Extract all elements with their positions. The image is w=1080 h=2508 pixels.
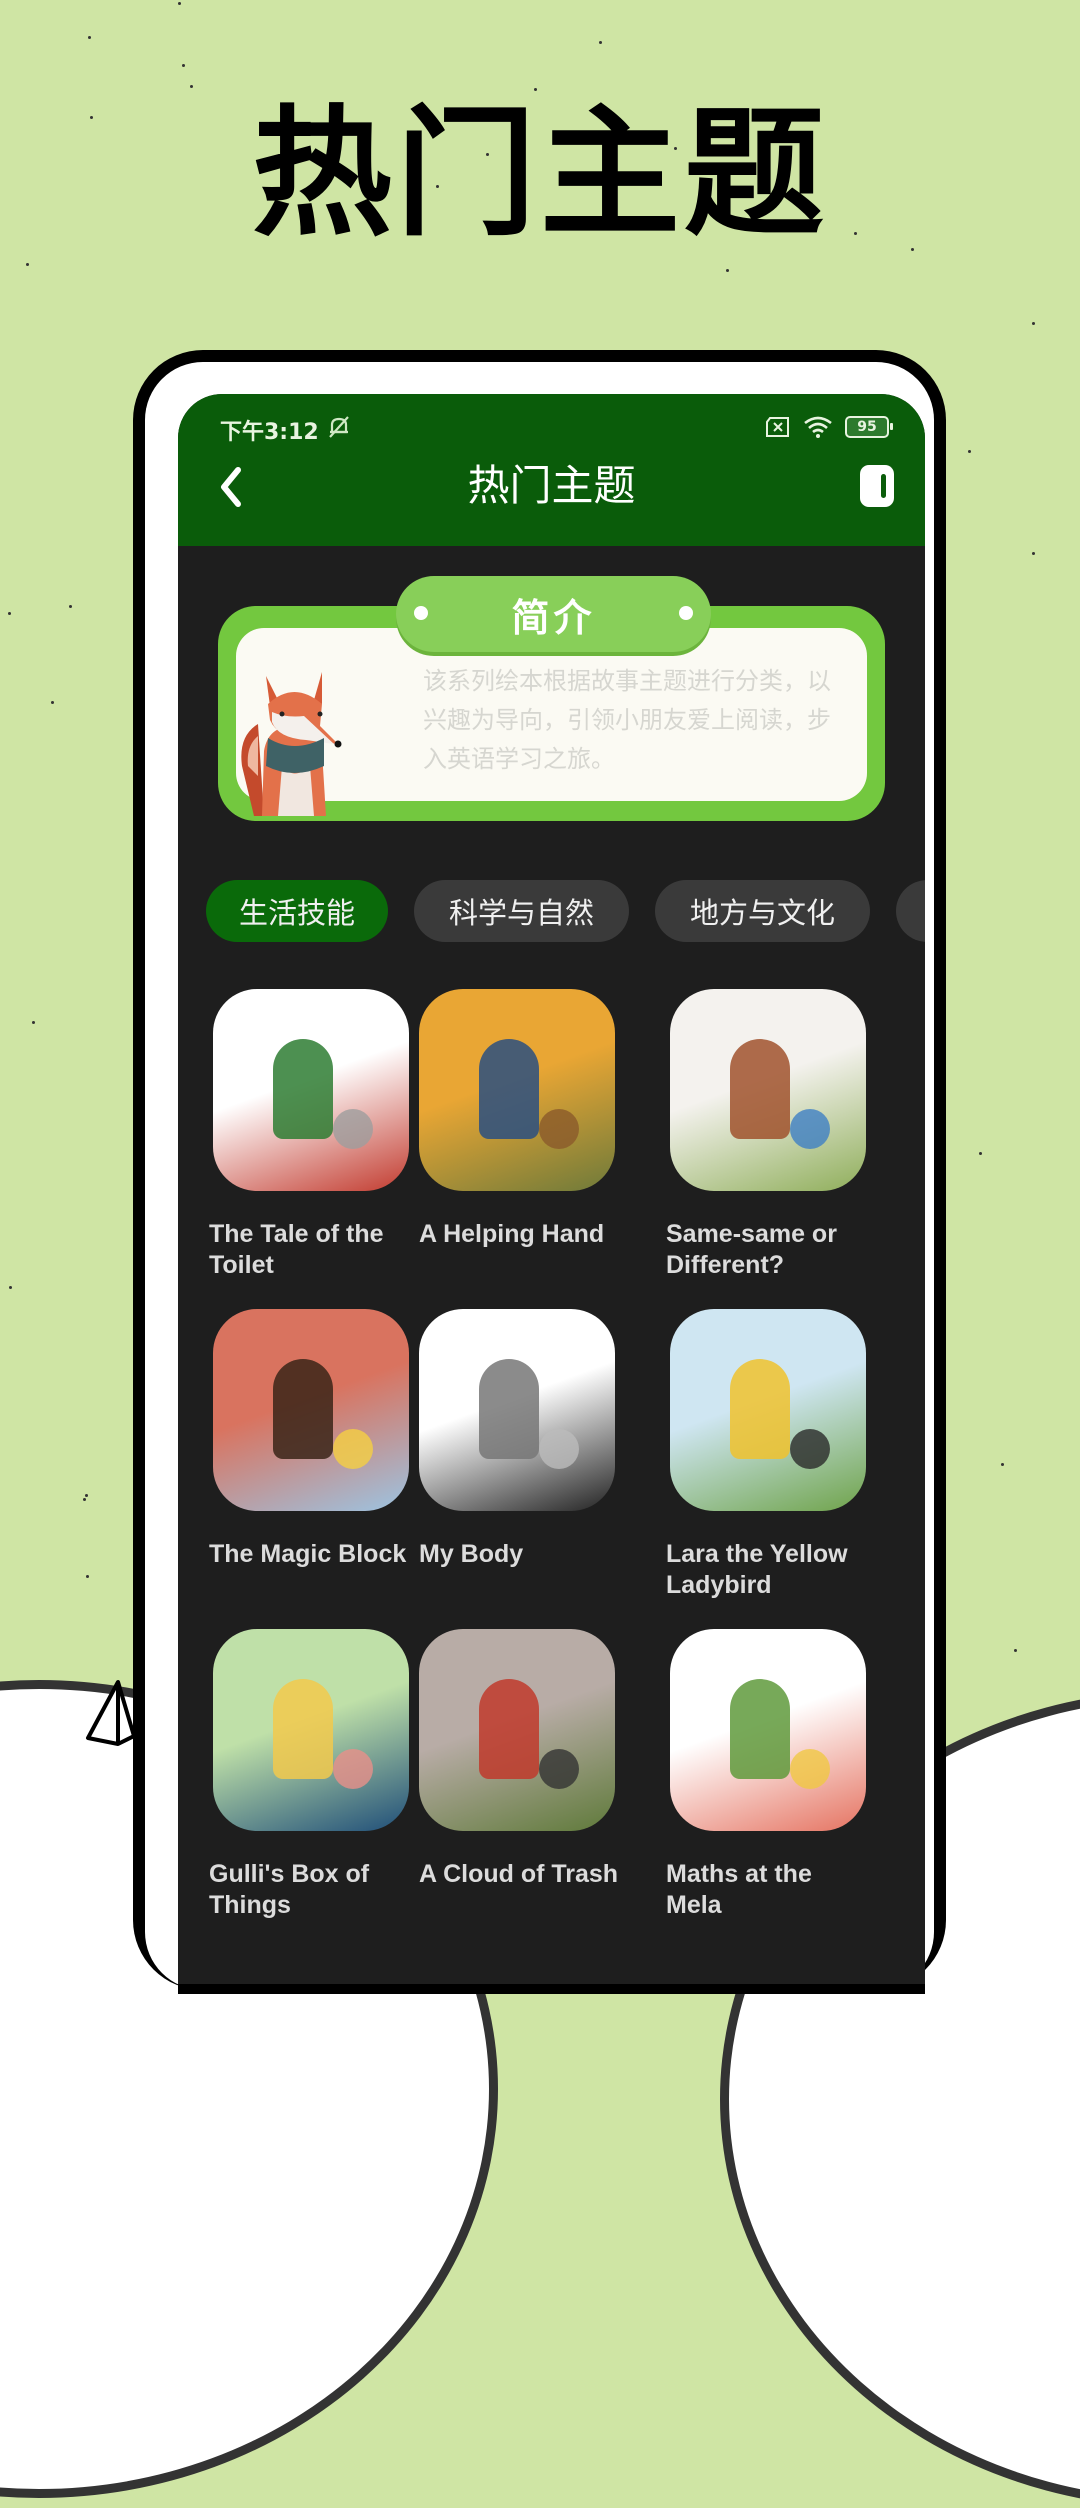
book-cover-image[interactable] — [419, 989, 615, 1191]
fox-illustration — [241, 672, 342, 816]
app-screen: 下午3:12 95 热门主题 简介 该系列绘本根据故事主题进行分类，以兴趣为导向… — [178, 394, 925, 1994]
book-cover-image[interactable] — [419, 1309, 615, 1511]
category-tab-label: 科学与自然 — [449, 896, 595, 930]
category-tabs: 生活技能 科学与自然 地方与文化 … — [206, 880, 925, 942]
background-dot — [1001, 1462, 1004, 1466]
background-dot — [967, 449, 971, 453]
background-dot — [9, 1285, 13, 1289]
background-dot — [598, 40, 602, 44]
background-dot — [1031, 552, 1035, 556]
promo-headline: 热门主题 — [251, 93, 828, 256]
pin-dot-left — [414, 606, 428, 620]
phone-bezel: 下午3:12 95 热门主题 简介 该系列绘本根据故事主题进行分类，以兴趣为导向… — [145, 362, 934, 1994]
intro-tab: 简介 — [396, 576, 711, 652]
category-tab-life-skills[interactable]: 生活技能 — [206, 880, 389, 942]
sim-x-icon — [766, 417, 789, 437]
background-dot — [88, 35, 92, 39]
background-dot — [1014, 1648, 1018, 1652]
book-title: Same-same or Different? — [666, 1220, 837, 1279]
category-tab-label: 生活技能 — [239, 896, 356, 930]
category-tab-more[interactable]: … — [896, 880, 925, 942]
category-tab-label: 地方与文化 — [690, 896, 836, 930]
status-bar: 下午3:12 95 — [178, 394, 925, 452]
book-card[interactable]: Same-same or Different? — [666, 989, 866, 1281]
phone-frame: 下午3:12 95 热门主题 简介 该系列绘本根据故事主题进行分类，以兴趣为导向… — [133, 350, 946, 1994]
background-dot — [177, 1, 181, 5]
book-card[interactable]: Maths at the Mela — [666, 1629, 866, 1921]
app-header: 下午3:12 95 热门主题 — [178, 394, 925, 546]
page-title: 热门主题 — [467, 461, 636, 510]
status-icons: 95 — [765, 416, 893, 438]
book-cover-image[interactable] — [213, 1629, 409, 1831]
toggle-icon[interactable] — [859, 464, 895, 508]
book-title: My Body — [419, 1540, 524, 1568]
book-title: The Magic Block — [209, 1540, 407, 1568]
bottom-edge — [178, 1984, 925, 1994]
book-title: Gulli's Box of Things — [209, 1860, 370, 1919]
book-title: The Tale of the Toilet — [209, 1220, 384, 1279]
intro-text: 该系列绘本根据故事主题进行分类，以兴趣为导向，引领小朋友爱上阅读，步入英语学习之… — [423, 667, 831, 773]
bell-off-icon — [329, 416, 349, 438]
background-dot — [533, 88, 537, 92]
background-dot — [51, 700, 55, 704]
intro-title: 简介 — [511, 595, 596, 640]
book-title: A Helping Hand — [419, 1220, 605, 1248]
book-title: A Cloud of Trash — [419, 1860, 619, 1888]
background-dot — [86, 1574, 89, 1578]
book-title: Maths at the Mela — [666, 1860, 812, 1919]
background-dot — [978, 1152, 982, 1156]
book-card[interactable]: A Cloud of Trash — [419, 1629, 619, 1890]
book-card[interactable]: Gulli's Box of Things — [209, 1629, 409, 1921]
book-cover-image[interactable] — [213, 1309, 409, 1511]
book-card[interactable]: My Body — [419, 1309, 619, 1570]
background-dot — [182, 63, 186, 67]
book-cover-image[interactable] — [213, 989, 409, 1191]
background-dot — [26, 262, 30, 266]
book-card[interactable]: Lara the Yellow Ladybird — [666, 1309, 866, 1601]
pin-dot-right — [679, 606, 693, 620]
battery-level: 95 — [857, 419, 877, 435]
book-cover-image[interactable] — [670, 1309, 866, 1511]
book-card[interactable]: The Tale of the Toilet — [209, 989, 409, 1281]
battery-icon: 95 — [845, 416, 893, 438]
book-card[interactable]: A Helping Hand — [419, 989, 619, 1250]
book-title: Lara the Yellow Ladybird — [666, 1540, 848, 1599]
background-dot — [7, 611, 11, 615]
category-tab-places-culture[interactable]: 地方与文化 — [655, 880, 871, 942]
background-dot — [190, 85, 194, 89]
book-cover-image[interactable] — [670, 1629, 866, 1831]
wifi-icon — [804, 416, 832, 438]
background-dot — [83, 1497, 87, 1501]
background-dot — [31, 1020, 35, 1024]
paper-cone-icon — [86, 1680, 134, 1746]
status-time: 下午3:12 — [220, 420, 319, 445]
background-dot — [69, 604, 73, 608]
background-dot — [1032, 321, 1036, 325]
background-dot — [84, 1494, 88, 1498]
background-dot — [725, 268, 729, 272]
book-card[interactable]: The Magic Block — [209, 1309, 409, 1570]
book-cover-image[interactable] — [419, 1629, 615, 1831]
book-cover-image[interactable] — [670, 989, 866, 1191]
category-tab-science-nature[interactable]: 科学与自然 — [414, 880, 630, 942]
